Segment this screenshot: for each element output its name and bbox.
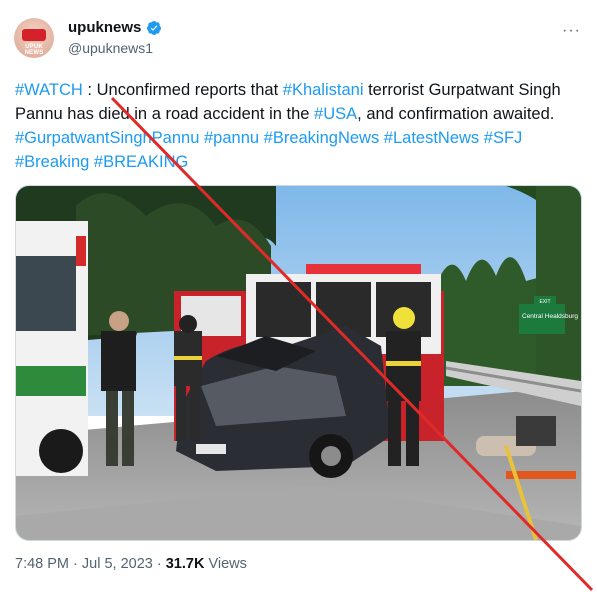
tweet-text: #WATCH : Unconfirmed reports that #Khali…	[15, 78, 583, 174]
hashtag-link[interactable]: #Khalistani	[283, 81, 364, 99]
hashtag-link[interactable]: #BREAKING	[94, 153, 188, 171]
road-sign-exit: EXIT	[539, 299, 550, 305]
tweet-text-part: , and confirmation awaited.	[357, 105, 555, 123]
tweet-text-part: : Unconfirmed reports that	[82, 81, 283, 99]
views-count: 31.7K	[165, 556, 205, 572]
hashtag-link[interactable]: #Breaking	[15, 153, 89, 171]
avatar[interactable]: UPUK NEWS	[14, 18, 54, 58]
views-label: Views	[204, 556, 247, 572]
meta-separator: ·	[69, 556, 82, 572]
more-options-icon[interactable]: ···	[562, 22, 581, 40]
hashtag-link[interactable]: #LatestNews	[384, 129, 479, 147]
logo-mark	[22, 29, 46, 41]
hashtag-link[interactable]: #WATCH	[15, 81, 83, 99]
tweet-card: UPUK NEWS upuknews @upuknews1 ··· #WATCH…	[0, 0, 597, 597]
display-name[interactable]: upuknews	[68, 19, 141, 36]
hashtag-link[interactable]: #USA	[314, 105, 357, 123]
road-sign-text: Central Healdsburg	[522, 313, 578, 320]
hashtag-link[interactable]: #GurpatwantSinghPannu	[15, 129, 199, 147]
meta-separator: ·	[152, 556, 166, 572]
crash-scene-image: EXIT Central Healdsburg	[16, 186, 581, 540]
verified-badge-icon	[147, 21, 161, 35]
tweet-time[interactable]: 7:48 PM	[15, 556, 69, 572]
hashtag-link[interactable]: #SFJ	[484, 129, 523, 147]
avatar-logo-text: UPUK NEWS	[24, 44, 44, 56]
hashtag-link[interactable]: #BreakingNews	[264, 129, 380, 147]
tweet-date[interactable]: Jul 5, 2023	[82, 556, 153, 572]
tweet-meta: 7:48 PM · Jul 5, 2023 · 31.7K Views	[15, 556, 247, 572]
hashtag-link[interactable]: #pannu	[204, 129, 259, 147]
tweet-photo[interactable]: EXIT Central Healdsburg	[15, 185, 582, 541]
user-handle[interactable]: @upuknews1	[68, 40, 153, 56]
